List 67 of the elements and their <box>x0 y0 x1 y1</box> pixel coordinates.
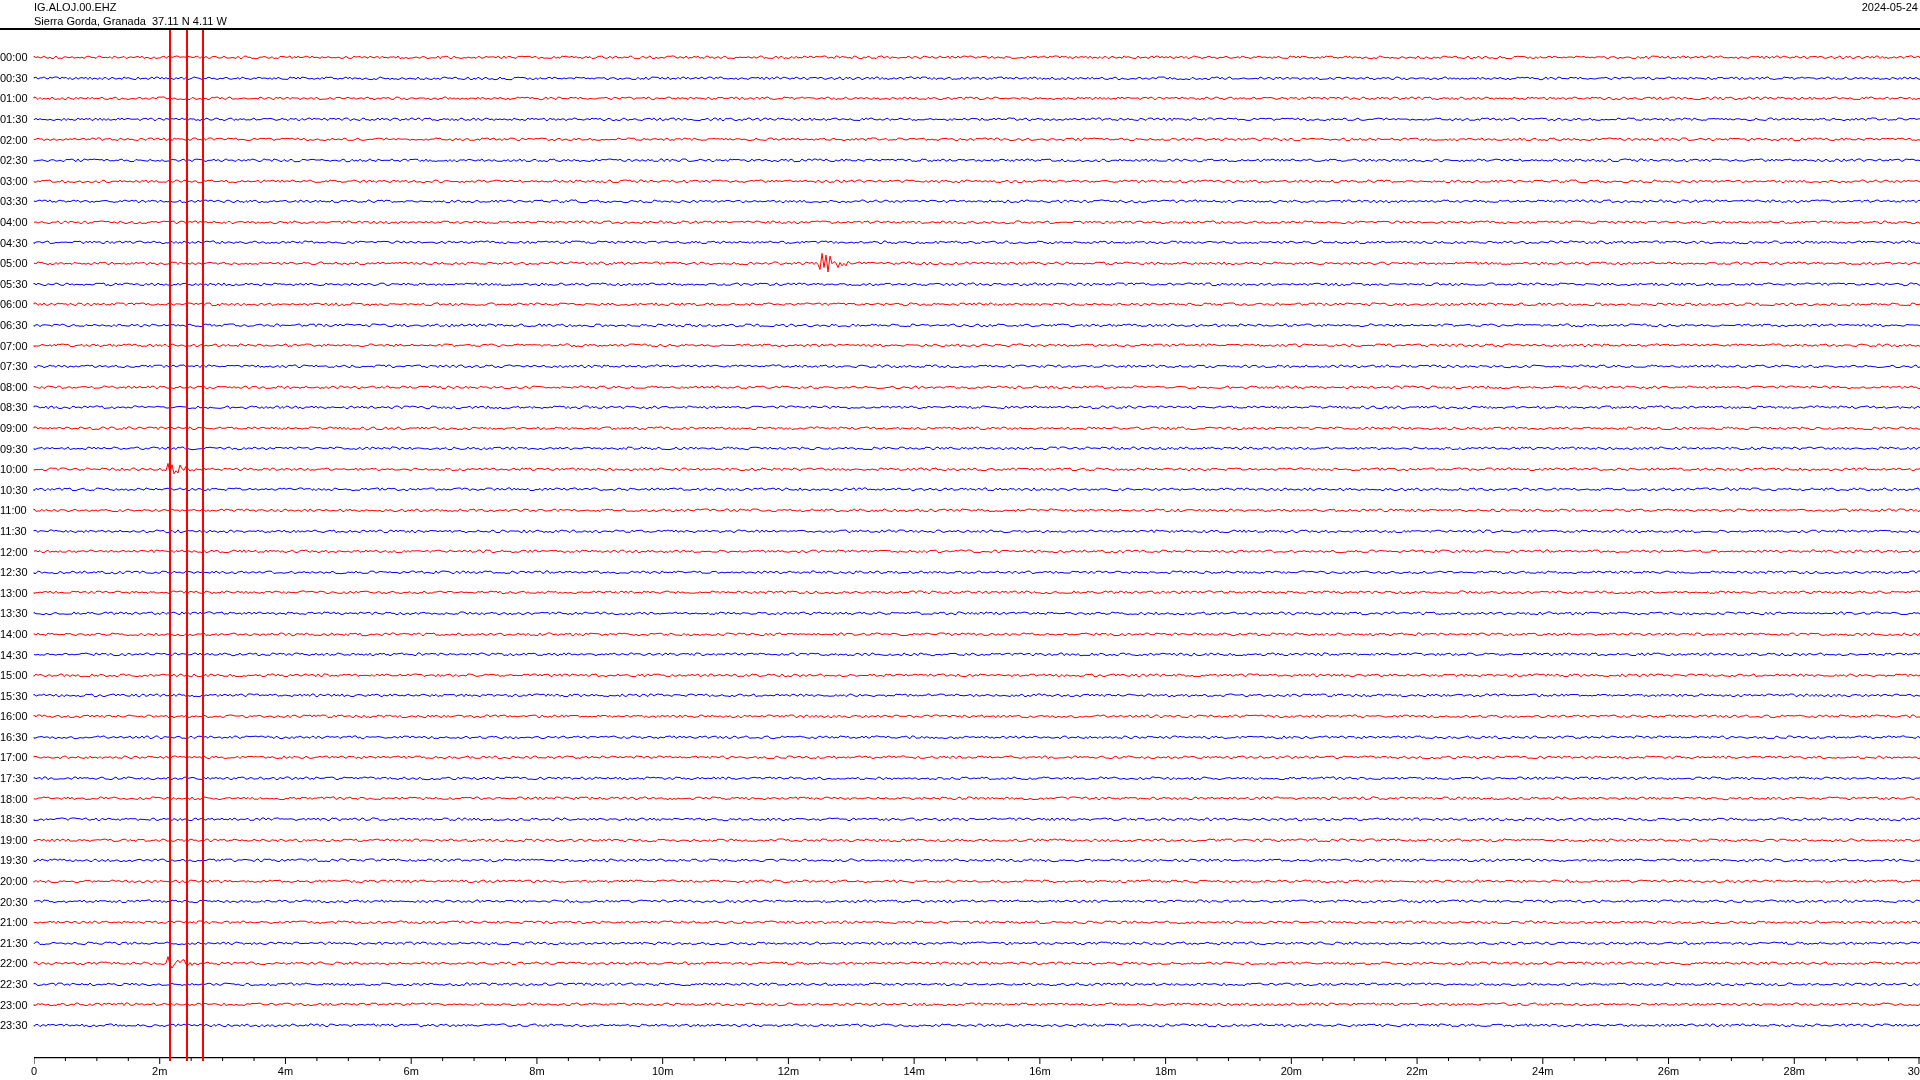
axis-tick-label: 6m <box>403 1064 419 1078</box>
time-label: 14:00 <box>0 627 29 640</box>
time-label: 10:00 <box>0 463 29 476</box>
time-label: 18:00 <box>0 792 29 805</box>
time-label: 17:00 <box>0 751 29 764</box>
channel-code: IG.ALOJ.00.EHZ <box>34 0 118 14</box>
plot-date: 2024-05-24 <box>1861 0 1918 15</box>
axis-tick-label: 20m <box>1280 1064 1303 1078</box>
time-label: 16:00 <box>0 710 29 723</box>
axis-tick-label: 4m <box>277 1064 294 1078</box>
axis-tick-label: 8m <box>529 1064 545 1078</box>
axis-tick-label: 2m <box>152 1064 168 1078</box>
time-label: 13:30 <box>0 607 29 620</box>
time-label: 19:30 <box>0 854 29 867</box>
axis-tick-label: 24m <box>1532 1064 1554 1078</box>
time-label: 00:30 <box>0 71 29 84</box>
time-label: 17:30 <box>0 772 29 785</box>
time-label: 08:30 <box>0 401 29 414</box>
axis-tick-label: 26m <box>1657 1064 1680 1078</box>
time-label: 18:30 <box>0 813 29 826</box>
time-label: 11:30 <box>0 524 28 537</box>
time-label: 15:30 <box>0 689 29 702</box>
axis-tick-label: 16m <box>1029 1064 1051 1078</box>
time-label: 22:30 <box>0 978 29 990</box>
time-label: 05:00 <box>0 257 29 270</box>
time-label: 06:00 <box>0 298 29 311</box>
time-label: 23:00 <box>0 998 29 1011</box>
time-label: 02:30 <box>0 154 29 167</box>
axis-tick-label: 12m <box>777 1064 800 1078</box>
time-label: 14:30 <box>0 648 29 661</box>
time-label: 12:30 <box>0 566 29 579</box>
time-label: 10:30 <box>0 483 29 496</box>
time-label: 20:00 <box>0 875 29 888</box>
time-label: 01:00 <box>0 92 29 105</box>
time-label: 16:30 <box>0 730 29 743</box>
time-label: 20:30 <box>0 895 29 908</box>
time-label: 13:00 <box>0 586 29 599</box>
axis-tick-label: 28m <box>1783 1064 1805 1078</box>
time-label: 07:30 <box>0 360 29 373</box>
time-label: 21:00 <box>0 916 29 929</box>
station-location: Sierra Gorda, Granada 37.11 N 4.11 W <box>34 14 227 28</box>
time-label: 15:00 <box>0 669 29 682</box>
axis-tick-label: 14m <box>903 1064 925 1078</box>
time-label: 22:00 <box>0 957 29 970</box>
time-label: 04:00 <box>0 216 29 229</box>
time-label: 11:00 <box>0 504 28 517</box>
axis-tick-label: 30 <box>1907 1064 1920 1078</box>
time-label: 05:30 <box>0 277 29 290</box>
time-label: 19:00 <box>0 833 29 846</box>
time-label: 23:30 <box>0 1019 29 1032</box>
time-label: 00:00 <box>0 51 29 64</box>
axis-tick-label: 0 <box>30 1064 38 1078</box>
axis-tick-label: 18m <box>1154 1064 1177 1078</box>
time-label: 03:00 <box>0 174 29 187</box>
time-label: 04:30 <box>0 236 29 249</box>
time-label: 07:00 <box>0 339 29 352</box>
time-label: 02:00 <box>0 133 29 146</box>
time-label: 03:30 <box>0 195 29 208</box>
time-label: 09:30 <box>0 442 29 455</box>
axis-tick-label: 22m <box>1406 1064 1428 1078</box>
axis-tick-label: 10m <box>651 1064 674 1078</box>
time-label: 08:00 <box>0 380 29 393</box>
time-label: 21:30 <box>0 936 29 949</box>
time-label: 09:00 <box>0 422 29 434</box>
time-label: 12:00 <box>0 545 29 558</box>
time-label: 06:30 <box>0 319 29 331</box>
time-label: 01:30 <box>0 113 29 126</box>
